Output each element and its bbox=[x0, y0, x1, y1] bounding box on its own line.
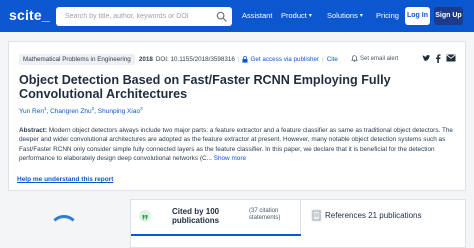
chevron-down-icon: ▾ bbox=[359, 13, 363, 19]
nav-pricing[interactable]: Pricing bbox=[376, 11, 399, 20]
publication-year: 2018 bbox=[138, 56, 153, 63]
login-button[interactable]: Log In bbox=[405, 7, 430, 25]
author-link[interactable]: Changren Zhu2 bbox=[50, 106, 94, 116]
search-icon[interactable] bbox=[216, 11, 227, 22]
journal-chip[interactable]: Mathematical Problems in Engineering bbox=[19, 54, 135, 65]
divider: | bbox=[237, 56, 240, 63]
search-input[interactable] bbox=[56, 13, 206, 20]
search-bar bbox=[56, 7, 232, 26]
bell-icon bbox=[351, 55, 358, 62]
author-affiliation-marker: 3 bbox=[140, 106, 143, 111]
nav-product[interactable]: Product ▾ bbox=[281, 11, 312, 20]
email-alert-button[interactable]: Set email alert bbox=[351, 55, 398, 62]
quote-icon bbox=[139, 210, 151, 222]
abstract-label: Abstract: bbox=[19, 127, 48, 134]
cite-link[interactable]: Cite bbox=[327, 56, 338, 63]
author-list: Yun Ren1, Changren Zhu2, Shunping Xiao3 bbox=[19, 106, 143, 115]
author-link[interactable]: Yun Ren1 bbox=[19, 106, 46, 116]
author-name: Shunping Xiao bbox=[97, 108, 141, 116]
twitter-share-icon[interactable] bbox=[422, 54, 431, 65]
active-tab-indicator bbox=[131, 234, 301, 236]
references-label: References 21 publications bbox=[325, 211, 422, 220]
signup-button[interactable]: Sign Up bbox=[434, 7, 463, 25]
citation-statements-count: (37 citation statements) bbox=[249, 208, 281, 221]
show-more-link[interactable]: Show more bbox=[214, 155, 246, 162]
document-icon bbox=[311, 209, 322, 222]
paper-title: Object Detection Based on Fast/Faster RC… bbox=[19, 73, 391, 101]
doi: DOI: 10.1155/2018/3598316 bbox=[155, 56, 235, 63]
get-access-link[interactable]: Get access via publisher bbox=[250, 56, 319, 63]
chevron-down-icon: ▾ bbox=[308, 13, 312, 19]
nav-assistant[interactable]: Assistant bbox=[242, 11, 272, 20]
nav-product-label: Product bbox=[281, 11, 307, 20]
citation-tabs: Cited by 100 publications (37 citation s… bbox=[130, 199, 466, 248]
divider: | bbox=[322, 56, 324, 63]
author-link[interactable]: Shunping Xiao3 bbox=[97, 106, 143, 116]
paper-meta: Mathematical Problems in Engineering 201… bbox=[19, 52, 338, 67]
scite-logo[interactable]: scite_ bbox=[9, 7, 50, 23]
paper-card: Mathematical Problems in Engineering 201… bbox=[8, 41, 466, 191]
loading-spinner bbox=[49, 215, 79, 245]
top-nav-bar: scite_ Assistant Product▾ Solutions▾ Pri… bbox=[0, 0, 474, 32]
nav-solutions-label: Solutions bbox=[327, 11, 358, 20]
author-name: Yun Ren bbox=[19, 108, 44, 116]
nav-assistant-label: Assistant bbox=[242, 11, 273, 20]
author-name: Changren Zhu bbox=[50, 108, 92, 116]
nav-pricing-label: Pricing bbox=[376, 11, 399, 20]
cited-by-label: Cited by 100 publications bbox=[172, 207, 220, 225]
abstract: Abstract: Modern object detectors always… bbox=[19, 126, 459, 163]
nav-solutions[interactable]: Solutions ▾ bbox=[327, 11, 363, 20]
help-understand-link[interactable]: Help me understand this report bbox=[17, 176, 113, 183]
tab-references[interactable]: References 21 publications bbox=[303, 200, 465, 236]
lock-icon bbox=[242, 56, 248, 63]
facebook-share-icon[interactable] bbox=[434, 54, 442, 65]
tab-cited-by[interactable]: Cited by 100 publications (37 citation s… bbox=[131, 200, 301, 236]
email-share-icon[interactable] bbox=[446, 54, 456, 64]
email-alert-label: Set email alert bbox=[360, 55, 399, 62]
